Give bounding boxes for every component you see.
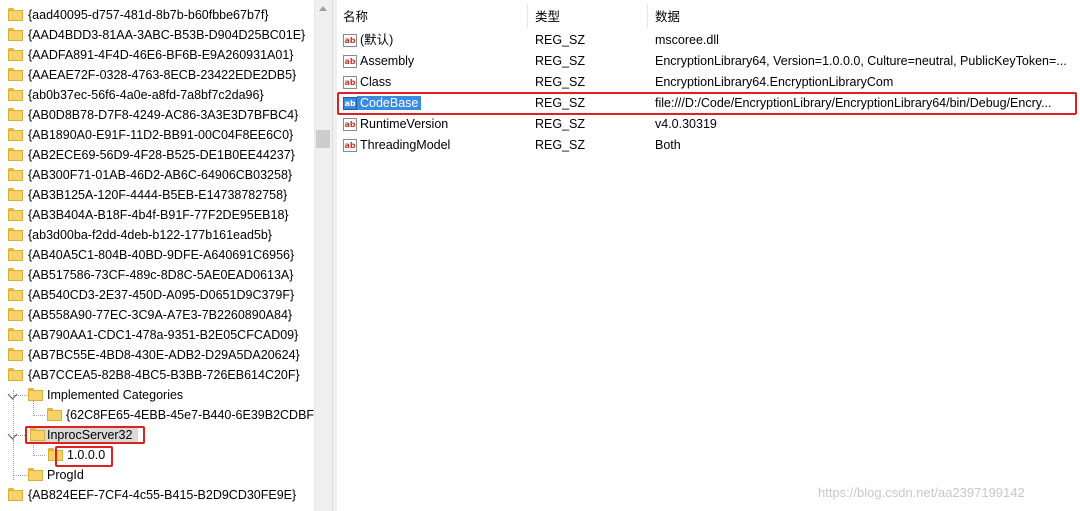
folder-icon [8,328,23,341]
folder-icon [8,348,23,361]
tree-item-label: {AB1890A0-E91F-11D2-BB91-00C04F8EE6C0} [28,128,294,142]
tree-item-label: {62C8FE65-4EBB-45e7-B440-6E39B2CDBF29} [66,408,314,422]
folder-icon [8,268,23,281]
highlight-box [337,92,1077,115]
reg-string-icon: ab [343,76,357,89]
scroll-up-icon[interactable] [315,0,332,17]
value-name: RuntimeVersion [360,117,449,131]
tree-line [33,415,45,416]
folder-icon [8,68,23,81]
column-separator[interactable] [647,4,648,28]
value-type: REG_SZ [535,33,586,47]
folder-icon [8,88,23,101]
tree-item-label: {AB540CD3-2E37-450D-A095-D0651D9C379F} [28,288,295,302]
tree-item-label: {ab0b37ec-56f6-4a0e-a8fd-7a8bf7c2da96} [28,88,264,102]
tree-item-label: {AB7CCEA5-82B8-4BC5-B3BB-726EB614C20F} [28,368,300,382]
value-type: REG_SZ [535,138,586,152]
highlight-box [25,426,145,444]
value-data: EncryptionLibrary64, Version=1.0.0.0, Cu… [655,54,1067,68]
registry-key-tree[interactable]: {aad40095-d757-481d-8b7b-b60fbbe67b7f} {… [0,0,314,511]
value-type: REG_SZ [535,75,586,89]
tree-line [33,455,45,456]
folder-icon [8,488,23,501]
value-type: REG_SZ [535,54,586,68]
tree-item-label: {AB824EEF-7CF4-4c55-B415-B2D9CD30FE9E} [28,488,297,502]
tree-line [13,440,14,476]
reg-string-icon: ab [343,55,357,68]
value-data: v4.0.30319 [655,117,717,131]
folder-icon [8,188,23,201]
scrollbar-thumb[interactable] [316,130,330,148]
tree-item-label: {AB300F71-01AB-46D2-AB6C-64906CB03258} [28,168,293,182]
folder-icon [47,408,62,421]
tree-item-label: {AAD4BDD3-81AA-3ABC-B53B-D904D25BC01E} [28,28,306,42]
column-header-type[interactable]: 类型 [535,6,560,28]
tree-line [33,400,34,416]
tree-scrollbar[interactable] [314,0,332,511]
folder-icon [8,128,23,141]
folder-icon [8,8,23,21]
tree-item-label: Implemented Categories [47,388,184,402]
column-header-data[interactable]: 数据 [655,6,680,28]
tree-item-label: {AB517586-73CF-489c-8D8C-5AE0EAD0613A} [28,268,294,282]
tree-item-label: {ab3d00ba-f2dd-4deb-b122-177b161ead5b} [28,228,272,242]
folder-icon [8,368,23,381]
folder-icon [8,308,23,321]
folder-icon [8,208,23,221]
value-row[interactable]: ab Class REG_SZ EncryptionLibrary64.Encr… [337,72,1080,93]
value-row[interactable]: ab ThreadingModel REG_SZ Both [337,135,1080,156]
value-name: ThreadingModel [360,138,451,152]
tree-item-label: {AADFA891-4F4D-46E6-BF6B-E9A260931A01} [28,48,294,62]
folder-icon [8,248,23,261]
folder-icon [8,28,23,41]
folder-icon [8,48,23,61]
folder-icon [28,388,43,401]
folder-icon [8,288,23,301]
reg-string-icon: ab [343,139,357,152]
reg-string-icon: ab [343,34,357,47]
value-row[interactable]: ab (默认) REG_SZ mscoree.dll [337,30,1080,51]
tree-item-label: {aad40095-d757-481d-8b7b-b60fbbe67b7f} [28,8,269,22]
tree-line [13,475,27,476]
column-header-name[interactable]: 名称 [343,6,368,28]
values-list[interactable]: 名称 类型 数据 ab (默认) REG_SZ mscoree.dll ab A… [337,0,1080,511]
tree-item-label: ProgId [47,468,84,482]
tree-item-label: {AB3B404A-B18F-4b4f-B91F-77F2DE95EB18} [28,208,289,222]
value-name: Assembly [360,54,415,68]
tree-item-label: {AB40A5C1-804B-40BD-9DFE-A640691C6956} [28,248,295,262]
folder-icon [8,108,23,121]
value-data: Both [655,138,681,152]
value-data: mscoree.dll [655,33,719,47]
tree-item-label: {AB790AA1-CDC1-478a-9351-B2E05CFCAD09} [28,328,299,342]
column-separator[interactable] [527,4,528,28]
value-name: Class [360,75,392,89]
highlight-box [55,446,113,467]
folder-icon [8,148,23,161]
folder-icon [8,168,23,181]
tree-item-label: {AB0D8B78-D7F8-4249-AC86-3A3E3D7BFBC4} [28,108,299,122]
reg-string-icon: ab [343,118,357,131]
value-row[interactable]: ab Assembly REG_SZ EncryptionLibrary64, … [337,51,1080,72]
tree-item-label: {AB3B125A-120F-4444-B5EB-E14738782758} [28,188,288,202]
tree-item-label: {AB2ECE69-56D9-4F28-B525-DE1B0EE44237} [28,148,295,162]
tree-item-label: {AAEAE72F-0328-4763-8ECB-23422EDE2DB5} [28,68,297,82]
chevron-down-icon[interactable] [7,429,18,440]
value-row[interactable]: ab RuntimeVersion REG_SZ v4.0.30319 [337,114,1080,135]
folder-icon [8,228,23,241]
tree-item-label: {AB558A90-77EC-3C9A-A7E3-7B2260890A84} [28,308,293,322]
value-data: EncryptionLibrary64.EncryptionLibraryCom [655,75,894,89]
chevron-down-icon[interactable] [7,389,18,400]
folder-icon [28,468,43,481]
watermark: https://blog.csdn.net/aa2397199142 [818,485,1025,500]
tree-item-label: {AB7BC55E-4BD8-430E-ADB2-D29A5DA20624} [28,348,300,362]
value-name: (默认) [360,33,394,47]
value-type: REG_SZ [535,117,586,131]
